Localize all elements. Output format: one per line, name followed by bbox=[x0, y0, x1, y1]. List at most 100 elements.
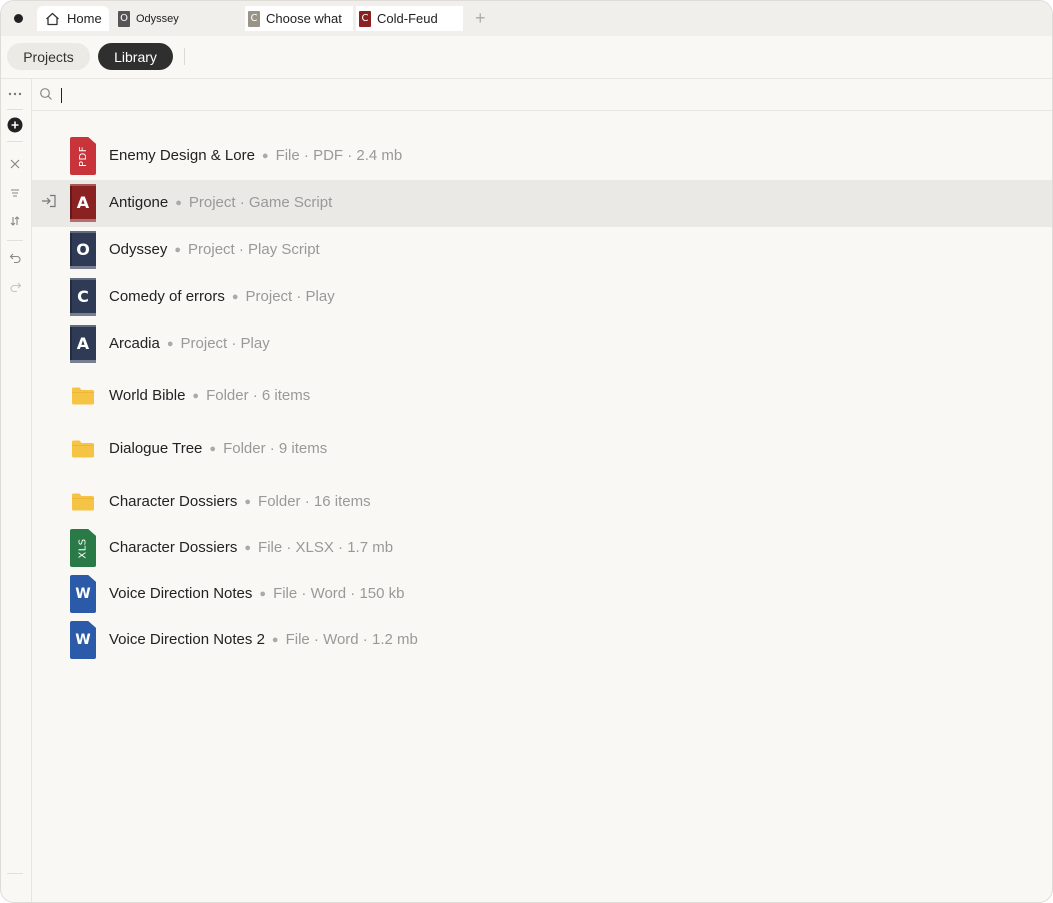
tab-choose-label: Choose what bbox=[266, 11, 342, 26]
item-text: Voice Direction Notes ● File · Word · 150 … bbox=[109, 585, 405, 602]
xls-file-icon: XLS bbox=[70, 529, 96, 567]
file-icon-label: A bbox=[76, 193, 90, 212]
item-meta: Project · Play Script bbox=[188, 241, 320, 258]
pdf-file-icon: PDF bbox=[70, 137, 96, 175]
item-text: Enemy Design & Lore ● File · PDF · 2.4 mb bbox=[109, 147, 402, 164]
bullet-separator: ● bbox=[209, 443, 217, 455]
project-book-icon: A bbox=[70, 325, 96, 363]
item-text: Comedy of errors ● Project · Play bbox=[109, 288, 335, 305]
divider bbox=[7, 141, 23, 142]
filter-lines-icon[interactable] bbox=[6, 184, 24, 202]
list-item[interactable]: World Bible ● Folder · 6 items bbox=[32, 373, 1052, 420]
view-switcher: Projects Library bbox=[1, 36, 1052, 79]
undo-icon[interactable] bbox=[6, 249, 24, 267]
item-name: Enemy Design & Lore bbox=[109, 147, 255, 164]
item-meta: Folder · 9 items bbox=[223, 440, 328, 457]
tab-odyssey[interactable]: O Odyssey bbox=[114, 6, 234, 31]
project-book-icon: A bbox=[70, 184, 96, 222]
list-item[interactable]: PDF Enemy Design & Lore ● File · PDF · 2.4 … bbox=[32, 133, 1052, 180]
project-book-icon: C bbox=[248, 10, 260, 27]
tab-home[interactable]: Home bbox=[37, 6, 109, 31]
bullet-separator: ● bbox=[231, 291, 239, 303]
tab-bar: Home O Odyssey C Choose what C Cold-Feud… bbox=[1, 1, 1052, 36]
item-name: Comedy of errors bbox=[109, 288, 225, 305]
close-icon[interactable] bbox=[6, 155, 24, 173]
bullet-separator: ● bbox=[175, 197, 182, 209]
item-text: World Bible ● Folder · 6 items bbox=[109, 387, 310, 404]
list-item[interactable]: Character Dossiers ● Folder · 16 items bbox=[32, 479, 1052, 526]
window-dot-icon[interactable] bbox=[14, 14, 23, 23]
item-meta: File · PDF · 2.4 mb bbox=[275, 147, 403, 164]
item-name: Character Dossiers bbox=[109, 539, 238, 556]
open-in-icon[interactable] bbox=[41, 194, 57, 213]
list-item[interactable]: W Voice Direction Notes 2 ● File · Word · 1… bbox=[32, 617, 1052, 664]
bullet-separator: ● bbox=[259, 588, 267, 600]
item-name: Arcadia bbox=[109, 335, 160, 352]
folder-icon bbox=[70, 377, 96, 415]
list-item[interactable]: A Antigone ● Project · Game Script bbox=[32, 180, 1052, 227]
item-meta: File · XLSX · 1.7 mb bbox=[258, 539, 394, 556]
tab-home-label: Home bbox=[67, 11, 102, 26]
left-toolbar bbox=[1, 79, 32, 902]
redo-icon[interactable] bbox=[6, 278, 24, 296]
file-icon-label: PDF bbox=[77, 145, 89, 167]
folder-icon bbox=[70, 430, 96, 468]
project-book-icon: C bbox=[70, 278, 96, 316]
library-pill-button[interactable]: Library bbox=[98, 43, 173, 70]
projects-pill-button[interactable]: Projects bbox=[7, 43, 90, 70]
item-meta: Project · Play bbox=[245, 288, 335, 305]
item-text: Odyssey ● Project · Play Script bbox=[109, 241, 320, 258]
item-name: Odyssey bbox=[109, 241, 168, 258]
divider bbox=[7, 873, 23, 874]
file-icon-label: W bbox=[75, 586, 91, 602]
item-meta: Project · Play bbox=[180, 335, 270, 352]
bullet-separator: ● bbox=[271, 634, 279, 646]
app-window: Home O Odyssey C Choose what C Cold-Feud… bbox=[0, 0, 1053, 903]
item-meta: Project · Game Script bbox=[188, 194, 333, 211]
divider bbox=[184, 48, 185, 65]
search-bar[interactable] bbox=[32, 79, 1052, 111]
tab-cold-feud[interactable]: C Cold-Feud bbox=[356, 6, 463, 31]
project-book-icon: O bbox=[70, 231, 96, 269]
word-file-icon: W bbox=[70, 575, 96, 613]
bullet-separator: ● bbox=[192, 390, 200, 402]
tab-odyssey-label: Odyssey bbox=[136, 12, 179, 25]
item-meta: Folder · 16 items bbox=[258, 493, 371, 510]
item-text: Character Dossiers ● File · XLSX · 1.7 mb bbox=[109, 539, 393, 556]
project-book-icon: C bbox=[359, 10, 371, 27]
item-text: Dialogue Tree ● Folder · 9 items bbox=[109, 440, 327, 457]
bullet-separator: ● bbox=[174, 244, 182, 256]
list-item[interactable]: XLS Character Dossiers ● File · XLSX · 1.7 … bbox=[32, 525, 1052, 572]
text-caret bbox=[61, 88, 62, 103]
item-meta: Folder · 6 items bbox=[206, 387, 311, 404]
tab-cold-feud-label: Cold-Feud bbox=[377, 11, 438, 26]
new-tab-plus-icon[interactable]: + bbox=[475, 9, 486, 27]
tab-choose[interactable]: C Choose what bbox=[245, 6, 353, 31]
item-meta: File · Word · 1.2 mb bbox=[285, 631, 418, 648]
divider bbox=[7, 240, 23, 241]
folder-icon bbox=[70, 483, 96, 521]
file-icon-label: O bbox=[76, 240, 90, 259]
list-item[interactable]: W Voice Direction Notes ● File · Word · 150… bbox=[32, 571, 1052, 618]
list-item[interactable]: Dialogue Tree ● Folder · 9 items bbox=[32, 426, 1052, 473]
item-text: Antigone ● Project · Game Script bbox=[109, 194, 332, 211]
more-dots-icon[interactable] bbox=[6, 85, 24, 103]
file-icon-label: XLS bbox=[77, 537, 89, 559]
list-item[interactable]: O Odyssey ● Project · Play Script bbox=[32, 227, 1052, 274]
project-book-icon: O bbox=[118, 10, 130, 27]
file-icon-label: C bbox=[77, 287, 89, 306]
add-circle-icon[interactable] bbox=[6, 116, 24, 134]
item-name: Voice Direction Notes 2 bbox=[109, 631, 265, 648]
item-name: Character Dossiers bbox=[109, 493, 238, 510]
divider bbox=[7, 109, 23, 110]
bullet-separator: ● bbox=[244, 496, 252, 508]
item-text: Voice Direction Notes 2 ● File · Word · 1.… bbox=[109, 631, 418, 648]
item-name: Voice Direction Notes bbox=[109, 585, 253, 602]
home-icon bbox=[46, 12, 59, 25]
item-name: Antigone bbox=[109, 194, 169, 211]
list-item[interactable]: A Arcadia ● Project · Play bbox=[32, 321, 1052, 368]
list-item[interactable]: C Comedy of errors ● Project · Play bbox=[32, 274, 1052, 321]
bullet-separator: ● bbox=[166, 338, 174, 350]
item-meta: File · Word · 150 kb bbox=[273, 585, 405, 602]
sort-arrows-icon[interactable] bbox=[6, 212, 24, 230]
